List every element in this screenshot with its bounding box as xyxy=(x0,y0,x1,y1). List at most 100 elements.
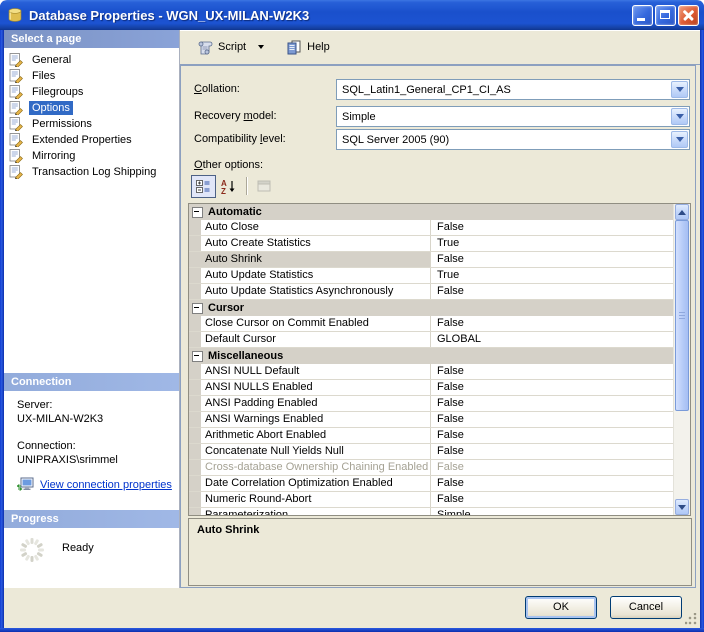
maximize-button[interactable] xyxy=(655,5,676,26)
grid-category-row[interactable]: Automatic xyxy=(189,204,673,220)
ok-button[interactable]: OK xyxy=(525,596,597,619)
sidebar-page-item[interactable]: General xyxy=(4,52,179,68)
view-connection-properties-link[interactable]: View connection properties xyxy=(40,478,172,492)
property-value[interactable]: False xyxy=(431,380,673,395)
grid-category-row[interactable]: Cursor xyxy=(189,300,673,316)
scrollbar-thumb[interactable] xyxy=(675,220,689,411)
grid-property-row[interactable]: ANSI Padding Enabled False xyxy=(189,396,673,412)
alphabetical-view-button[interactable]: A Z xyxy=(216,175,241,198)
property-pages-button xyxy=(252,175,277,198)
titlebar[interactable]: Database Properties - WGN_UX-MILAN-W2K3 xyxy=(0,0,704,30)
categorized-view-button[interactable] xyxy=(191,175,216,198)
grid-property-row[interactable]: ANSI NULLS Enabled False xyxy=(189,380,673,396)
grid-property-row[interactable]: ANSI NULL Default False xyxy=(189,364,673,380)
page-icon xyxy=(9,101,24,115)
property-value[interactable]: False xyxy=(431,252,673,267)
row-indent xyxy=(189,508,201,515)
sidebar-page-item[interactable]: Permissions xyxy=(4,116,179,132)
row-indent xyxy=(189,284,201,299)
collapse-minus-icon[interactable] xyxy=(192,207,203,218)
collapse-minus-icon[interactable] xyxy=(192,351,203,362)
scroll-down-button[interactable] xyxy=(675,499,689,515)
compatibility-level-select[interactable]: SQL Server 2005 (90) xyxy=(336,129,690,150)
grid-property-row[interactable]: Auto Close False xyxy=(189,220,673,236)
grid-property-row[interactable]: Date Correlation Optimization Enabled Fa… xyxy=(189,476,673,492)
property-value[interactable]: False xyxy=(431,396,673,411)
property-value[interactable]: GLOBAL xyxy=(431,332,673,347)
property-value[interactable]: True xyxy=(431,268,673,283)
vertical-scrollbar[interactable] xyxy=(673,204,690,515)
help-button[interactable]: Help xyxy=(279,36,337,59)
cancel-button[interactable]: Cancel xyxy=(610,596,682,619)
select-a-page-header: Select a page xyxy=(4,30,179,48)
property-value[interactable]: False xyxy=(431,492,673,507)
grid-property-row[interactable]: Cross-database Ownership Chaining Enable… xyxy=(189,460,673,476)
property-name: ANSI Padding Enabled xyxy=(201,396,431,411)
chevron-down-icon[interactable] xyxy=(671,81,688,98)
collation-select[interactable]: SQL_Latin1_General_CP1_CI_AS xyxy=(336,79,690,100)
sidebar-page-label: Filegroups xyxy=(29,85,86,99)
page-icon xyxy=(9,69,24,83)
window-border-right xyxy=(700,0,704,632)
chevron-down-icon[interactable] xyxy=(671,108,688,125)
sidebar-page-item[interactable]: Extended Properties xyxy=(4,132,179,148)
sidebar-page-item[interactable]: Transaction Log Shipping xyxy=(4,164,179,180)
property-description-panel: Auto Shrink xyxy=(188,518,692,586)
resize-grip[interactable] xyxy=(685,613,697,625)
chevron-down-icon[interactable] xyxy=(671,131,688,148)
connection-properties-icon xyxy=(17,477,34,492)
grid-property-row[interactable]: Auto Update Statistics Asynchronously Fa… xyxy=(189,284,673,300)
property-value[interactable]: False xyxy=(431,412,673,427)
property-value[interactable]: False xyxy=(431,428,673,443)
help-label: Help xyxy=(307,41,330,53)
property-value[interactable]: False xyxy=(431,316,673,331)
property-value[interactable]: False xyxy=(431,364,673,379)
collapse-minus-icon[interactable] xyxy=(192,303,203,314)
property-name: Default Cursor xyxy=(201,332,431,347)
property-value[interactable]: False xyxy=(431,284,673,299)
collation-label: Collation: xyxy=(194,83,240,95)
page-icon xyxy=(9,53,24,67)
grid-property-row[interactable]: Concatenate Null Yields Null False xyxy=(189,444,673,460)
svg-text:Z: Z xyxy=(221,187,226,194)
property-value[interactable]: False xyxy=(431,444,673,459)
grid-property-row[interactable]: ANSI Warnings Enabled False xyxy=(189,412,673,428)
other-options-label: Other options: xyxy=(194,159,263,171)
grid-category-row[interactable]: Miscellaneous xyxy=(189,348,673,364)
page-icon xyxy=(9,149,24,163)
script-dropdown-caret[interactable] xyxy=(258,45,264,49)
grid-property-row[interactable]: Default Cursor GLOBAL xyxy=(189,332,673,348)
grid-property-row[interactable]: Numeric Round-Abort False xyxy=(189,492,673,508)
close-button[interactable] xyxy=(678,5,699,26)
sidebar-page-label: Mirroring xyxy=(29,149,78,163)
sidebar-page-item[interactable]: Mirroring xyxy=(4,148,179,164)
property-value[interactable]: False xyxy=(431,460,673,475)
category-label: Miscellaneous xyxy=(208,350,283,362)
toolbar-separator xyxy=(246,177,247,195)
property-value[interactable]: Simple xyxy=(431,508,673,515)
grid-property-row[interactable]: Close Cursor on Commit Enabled False xyxy=(189,316,673,332)
grid-property-row[interactable]: Arithmetic Abort Enabled False xyxy=(189,428,673,444)
sidebar-page-item[interactable]: Files xyxy=(4,68,179,84)
category-label: Automatic xyxy=(208,206,262,218)
scroll-up-button[interactable] xyxy=(675,204,689,220)
script-button[interactable]: Script xyxy=(190,36,271,59)
sidebar-page-item[interactable]: Filegroups xyxy=(4,84,179,100)
property-name: Arithmetic Abort Enabled xyxy=(201,428,431,443)
row-indent xyxy=(189,236,201,251)
grid-property-row[interactable]: Auto Create Statistics True xyxy=(189,236,673,252)
property-value[interactable]: True xyxy=(431,236,673,251)
grid-property-row[interactable]: Parameterization Simple xyxy=(189,508,673,515)
categorized-icon xyxy=(196,179,211,193)
property-value[interactable]: False xyxy=(431,220,673,235)
sidebar-page-item[interactable]: Options xyxy=(4,100,179,116)
property-value[interactable]: False xyxy=(431,476,673,491)
alphabetical-sort-icon: A Z xyxy=(221,179,236,194)
recovery-model-select[interactable]: Simple xyxy=(336,106,690,127)
grid-property-row[interactable]: Auto Shrink False xyxy=(189,252,673,268)
grid-property-row[interactable]: Auto Update Statistics True xyxy=(189,268,673,284)
connection-value: UNIPRAXIS\srimmel xyxy=(17,453,173,467)
property-name: ANSI NULLS Enabled xyxy=(201,380,431,395)
minimize-button[interactable] xyxy=(632,5,653,26)
toolbar: Script Help xyxy=(180,30,700,65)
